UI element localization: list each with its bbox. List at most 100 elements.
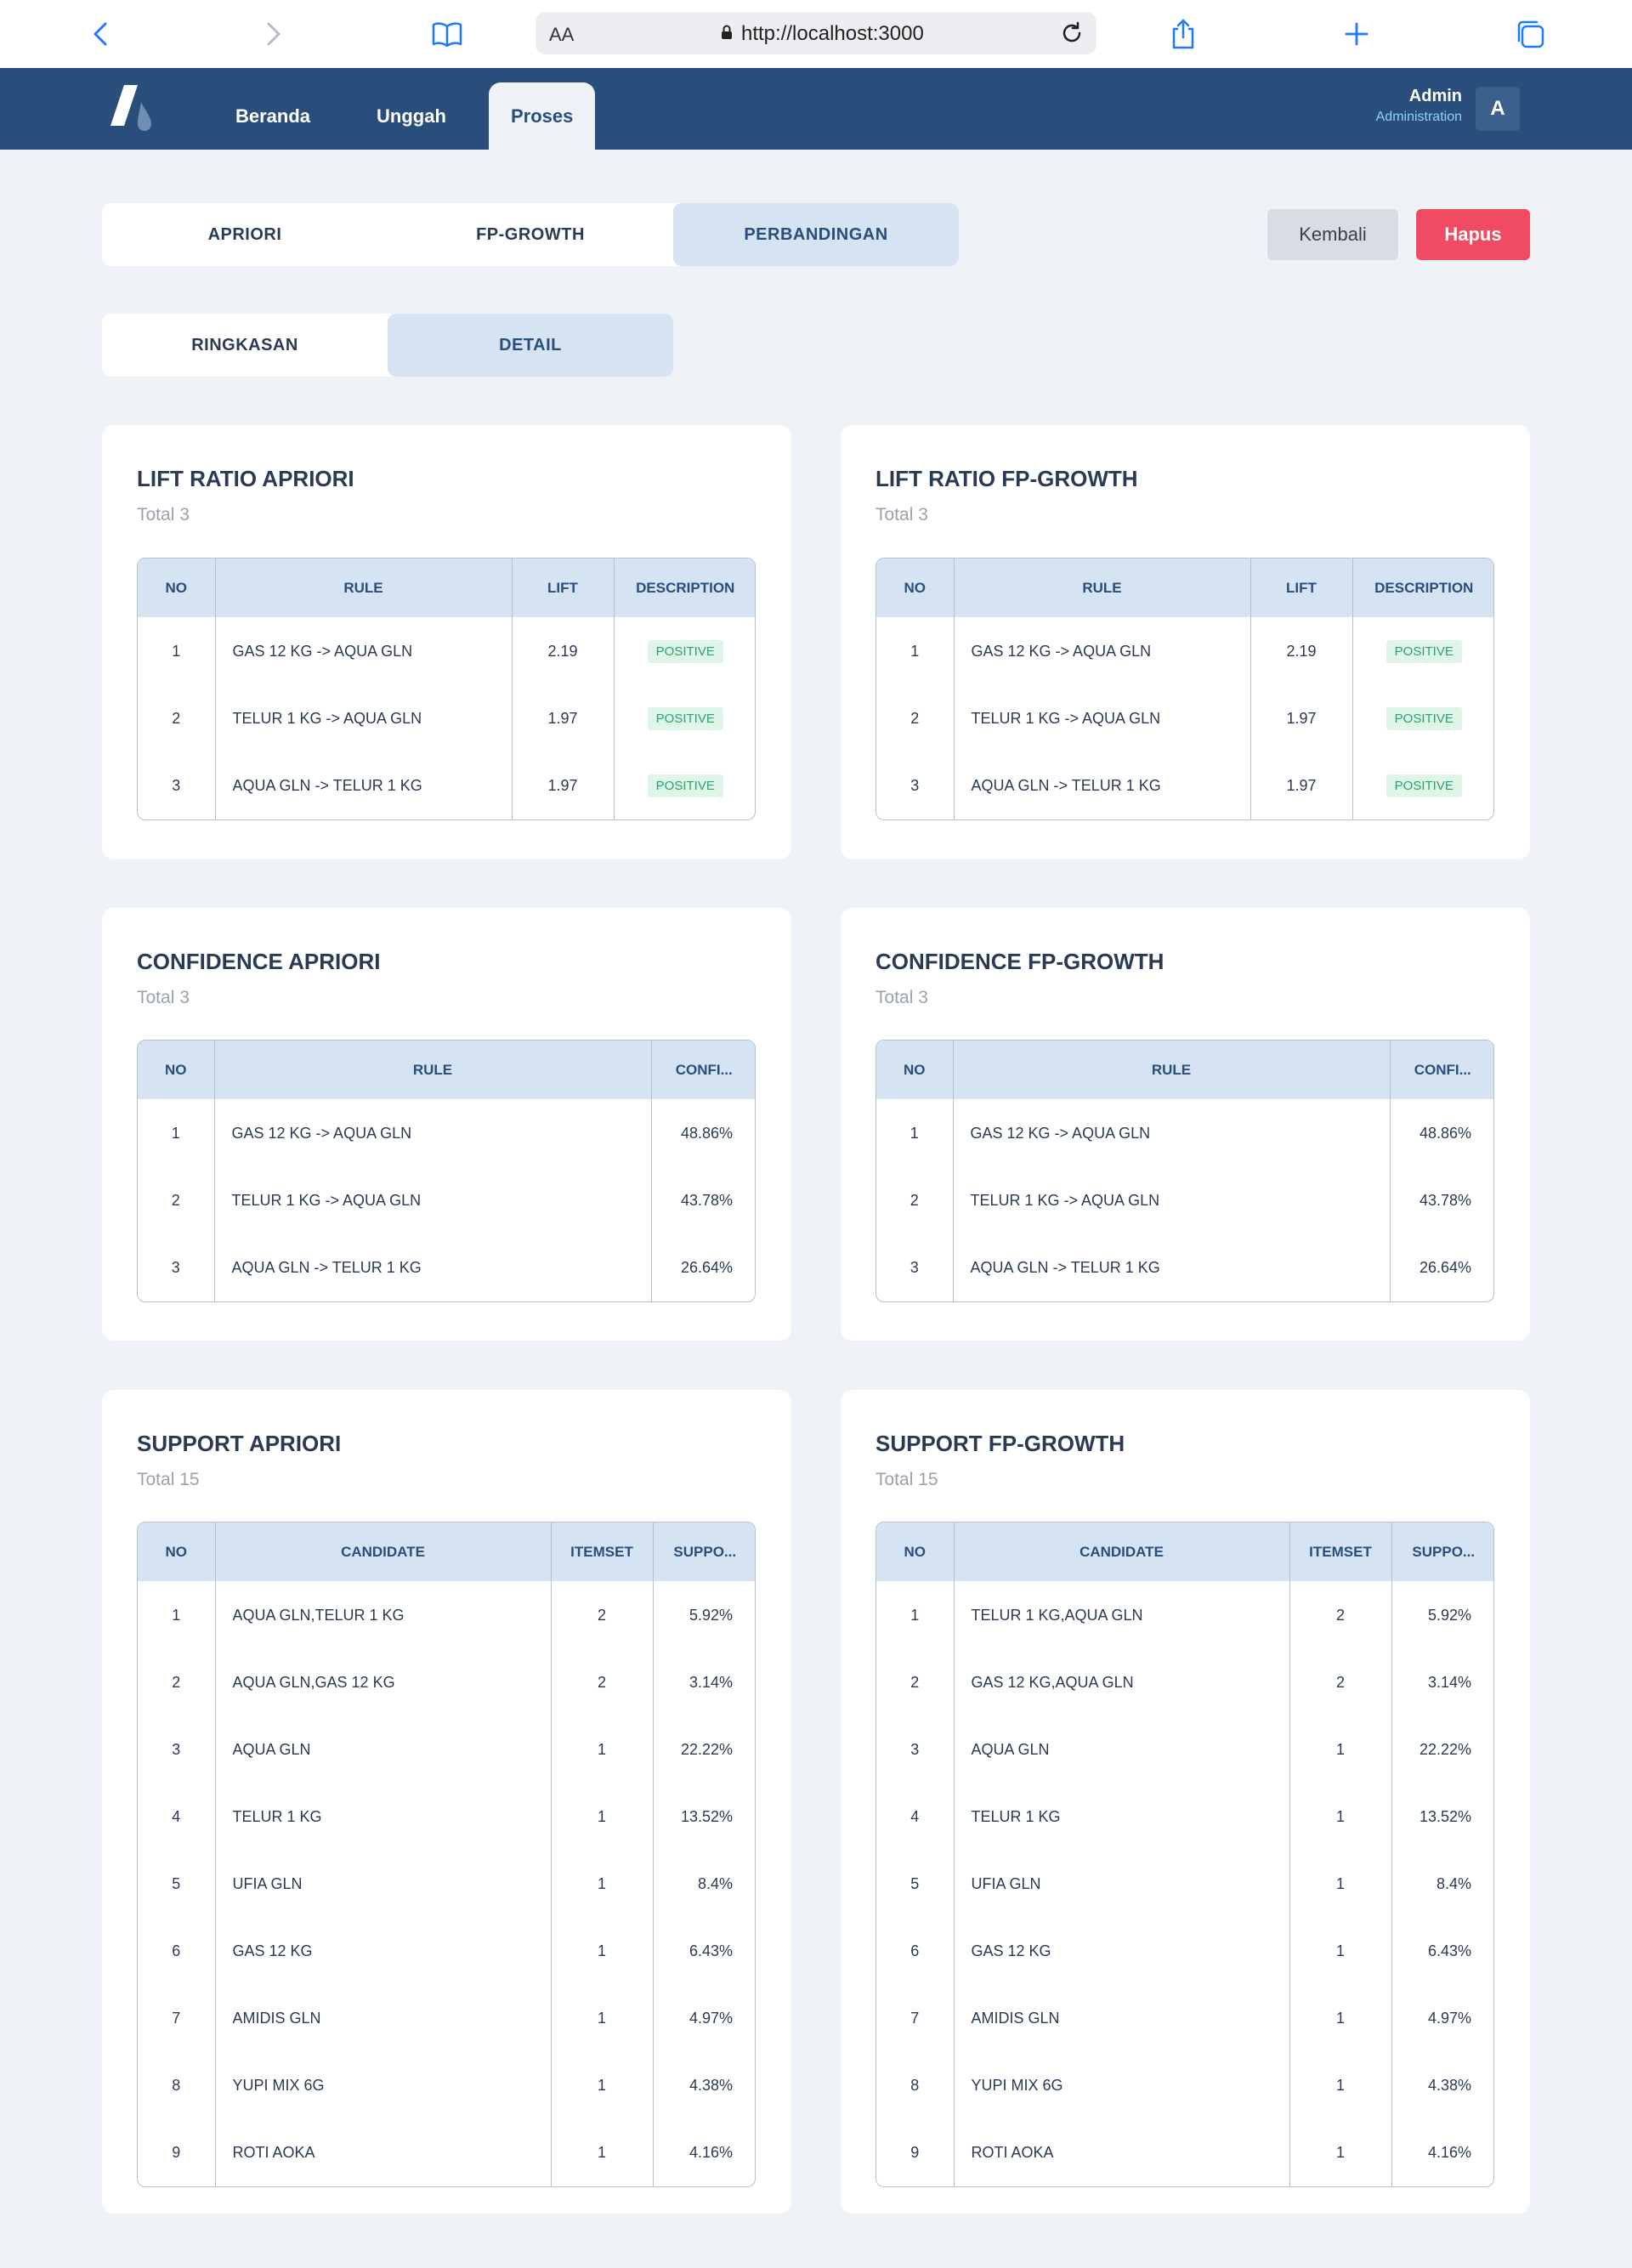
- col-header-lift[interactable]: LIFT: [512, 558, 615, 617]
- sub-tabs: RINGKASAN DETAIL: [102, 314, 673, 377]
- table-cell: TELUR 1 KG -> AQUA GLN: [954, 685, 1251, 752]
- col-header-itemset[interactable]: ITEMSET: [1289, 1522, 1392, 1581]
- table-cell: 1.97: [1250, 752, 1353, 819]
- table-cell: TELUR 1 KG,AQUA GLN: [954, 1581, 1290, 1649]
- table-cell: 43.78%: [1419, 1192, 1471, 1209]
- table-cell: ROTI AOKA: [954, 2119, 1290, 2186]
- col-header-confidence[interactable]: CONFI...: [1390, 1040, 1493, 1099]
- table-row: 7 AMIDIS GLN 1 4.97%: [876, 1985, 1493, 2052]
- reader-aa-label[interactable]: AA: [549, 24, 574, 46]
- table-cell: 3: [876, 1234, 954, 1301]
- col-header-candidate[interactable]: CANDIDATE: [215, 1522, 552, 1581]
- table-cell: 1: [551, 1716, 654, 1783]
- table-cell: 3.14%: [1427, 1674, 1471, 1691]
- col-header-candidate[interactable]: CANDIDATE: [954, 1522, 1290, 1581]
- table-cell: GAS 12 KG: [215, 1918, 552, 1985]
- bookmarks-icon[interactable]: [430, 17, 464, 51]
- user-role: Administration: [1375, 110, 1462, 124]
- table-cell: 9: [138, 2119, 216, 2186]
- table-cell: AQUA GLN -> TELUR 1 KG: [215, 752, 513, 819]
- status-badge: POSITIVE: [647, 774, 723, 797]
- table-cell: 43.78%: [680, 1192, 733, 1209]
- back-icon[interactable]: [83, 17, 117, 51]
- col-header-no[interactable]: NO: [138, 1522, 216, 1581]
- card-title: LIFT RATIO APRIORI: [137, 466, 354, 491]
- col-header-support[interactable]: SUPPO...: [653, 1522, 755, 1581]
- table-cell: 1: [138, 1099, 215, 1167]
- table-cell: TELUR 1 KG -> AQUA GLN: [953, 1167, 1391, 1234]
- table-cell: 1: [1289, 1716, 1392, 1783]
- col-header-no[interactable]: NO: [138, 558, 216, 617]
- table-cell: 8: [876, 2052, 955, 2119]
- col-header-no[interactable]: NO: [138, 1040, 215, 1099]
- card-title: SUPPORT FP-GROWTH: [876, 1431, 1125, 1456]
- share-icon[interactable]: [1166, 17, 1200, 51]
- table-cell: 8.4%: [1436, 1875, 1471, 1892]
- avatar[interactable]: A: [1476, 87, 1520, 131]
- table-cell: 1.97: [512, 752, 615, 819]
- table-cell: 26.64%: [680, 1259, 733, 1276]
- col-header-confidence[interactable]: CONFI...: [651, 1040, 755, 1099]
- tab-perbandingan[interactable]: PERBANDINGAN: [673, 203, 959, 266]
- table-cell: 2: [551, 1581, 654, 1649]
- delete-button[interactable]: Hapus: [1416, 209, 1530, 260]
- table-cell: AQUA GLN -> TELUR 1 KG: [953, 1234, 1391, 1301]
- table-row: 2 TELUR 1 KG -> AQUA GLN 1.97 POSITIVE: [876, 685, 1493, 752]
- col-header-rule[interactable]: RULE: [215, 558, 513, 617]
- status-badge: POSITIVE: [1386, 707, 1462, 730]
- card-total: Total 3: [137, 505, 190, 524]
- table-cell: AMIDIS GLN: [215, 1985, 552, 2052]
- table-cell: UFIA GLN: [215, 1851, 552, 1918]
- table-cell: GAS 12 KG -> AQUA GLN: [954, 617, 1251, 685]
- new-tab-icon[interactable]: [1340, 17, 1374, 51]
- tab-ringkasan[interactable]: RINGKASAN: [102, 314, 388, 377]
- table-cell: 3: [138, 1234, 215, 1301]
- col-header-rule[interactable]: RULE: [954, 558, 1251, 617]
- table-cell: GAS 12 KG -> AQUA GLN: [215, 617, 513, 685]
- table-cell: 6: [876, 1918, 955, 1985]
- table-cell: 1: [138, 1581, 216, 1649]
- card-total: Total 3: [876, 988, 928, 1007]
- table-cell: 48.86%: [680, 1124, 733, 1142]
- table-row: 1 GAS 12 KG -> AQUA GLN 2.19 POSITIVE: [138, 617, 755, 685]
- col-header-no[interactable]: NO: [876, 1522, 955, 1581]
- table-row: 2 AQUA GLN,GAS 12 KG 2 3.14%: [138, 1649, 755, 1716]
- nav-proses[interactable]: Proses: [489, 82, 596, 150]
- tab-apriori[interactable]: APRIORI: [102, 203, 388, 266]
- col-header-lift[interactable]: LIFT: [1250, 558, 1353, 617]
- tab-fp-growth[interactable]: FP-GROWTH: [388, 203, 673, 266]
- address-bar[interactable]: AA http://localhost:3000: [536, 12, 1096, 54]
- table-row: 4 TELUR 1 KG 1 13.52%: [138, 1783, 755, 1851]
- col-header-support[interactable]: SUPPO...: [1391, 1522, 1493, 1581]
- col-header-rule[interactable]: RULE: [953, 1040, 1391, 1099]
- table-cell: 1: [1289, 2052, 1392, 2119]
- table-cell: AQUA GLN: [215, 1716, 552, 1783]
- table-row: 1 TELUR 1 KG,AQUA GLN 2 5.92%: [876, 1581, 1493, 1649]
- table-cell: 9: [876, 2119, 955, 2186]
- col-header-description[interactable]: DESCRIPTION: [614, 558, 755, 617]
- col-header-no[interactable]: NO: [876, 558, 955, 617]
- table-cell: 4.97%: [1427, 2010, 1471, 2027]
- nav-beranda[interactable]: Beranda: [213, 82, 332, 150]
- table-cell: 2: [876, 685, 955, 752]
- table-cell: YUPI MIX 6G: [954, 2052, 1290, 2119]
- data-table: NO RULE CONFI... 1 GAS 12 KG -> AQUA GLN 48.8…: [137, 1040, 756, 1302]
- app-logo[interactable]: [109, 83, 155, 133]
- nav-unggah[interactable]: Unggah: [354, 82, 468, 150]
- table-cell: GAS 12 KG -> AQUA GLN: [953, 1099, 1391, 1167]
- col-header-rule[interactable]: RULE: [214, 1040, 652, 1099]
- user-info[interactable]: Admin Administration: [1376, 87, 1462, 125]
- col-header-no[interactable]: NO: [876, 1040, 954, 1099]
- table-row: 7 AMIDIS GLN 1 4.97%: [138, 1985, 755, 2052]
- forward-icon[interactable]: [257, 17, 291, 51]
- reload-icon[interactable]: [1059, 20, 1085, 50]
- tab-detail[interactable]: DETAIL: [388, 314, 673, 377]
- card-title: SUPPORT APRIORI: [137, 1431, 342, 1456]
- col-header-description[interactable]: DESCRIPTION: [1352, 558, 1493, 617]
- table-row: 6 GAS 12 KG 1 6.43%: [138, 1918, 755, 1985]
- table-row: 6 GAS 12 KG 1 6.43%: [876, 1918, 1493, 1985]
- back-button[interactable]: Kembali: [1267, 209, 1398, 260]
- col-header-itemset[interactable]: ITEMSET: [551, 1522, 654, 1581]
- tabs-overview-icon[interactable]: [1513, 17, 1547, 51]
- card-title: CONFIDENCE FP-GROWTH: [876, 949, 1164, 974]
